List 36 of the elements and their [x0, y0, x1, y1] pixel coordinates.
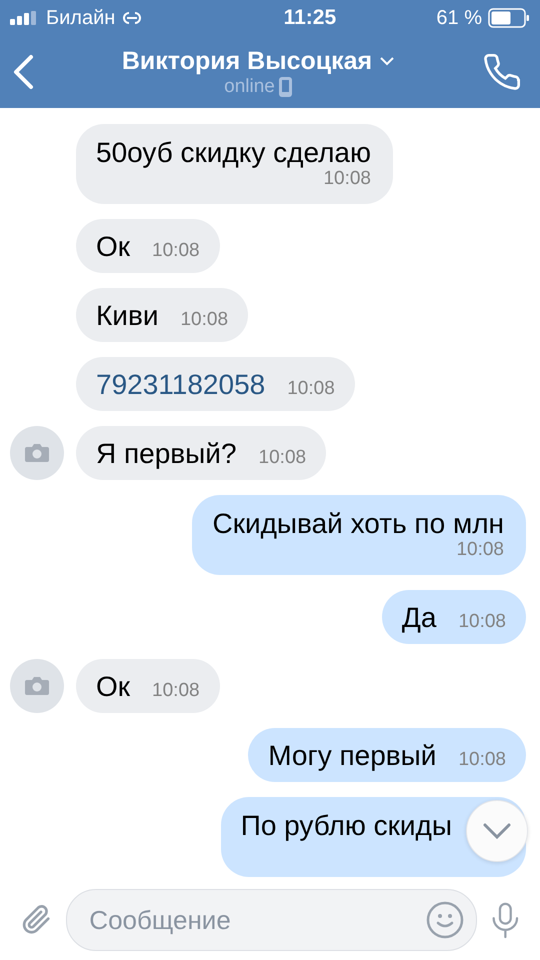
message-text: Ок — [96, 672, 130, 702]
microphone-icon[interactable] — [491, 900, 520, 940]
message-text: По рублю скиды — [240, 811, 452, 841]
phone-link[interactable]: 79231182058 — [96, 370, 266, 400]
message-text: Киви — [96, 301, 158, 331]
camera-icon — [24, 676, 50, 696]
link-icon — [121, 10, 144, 26]
message-time: 10:08 — [323, 168, 371, 190]
phone-icon — [278, 76, 292, 96]
message-field[interactable]: Сообщение — [66, 889, 478, 951]
message-time: 10:08 — [152, 240, 200, 262]
message-text: Да — [402, 603, 436, 633]
message-time: 10:08 — [458, 611, 506, 633]
message-text: 50оуб скидку сделаю — [96, 138, 371, 168]
back-icon[interactable] — [12, 54, 34, 90]
message-time: 10:08 — [287, 378, 335, 400]
message-text: Я первый? — [96, 439, 237, 469]
contact-name[interactable]: Виктория Высоцкая — [122, 46, 372, 76]
call-icon[interactable] — [482, 52, 522, 92]
message-text: Могу первый — [268, 741, 436, 771]
clock: 11:25 — [284, 6, 336, 30]
message-time: 10:08 — [180, 309, 228, 331]
message-text: Скидывай хоть по млн — [212, 509, 504, 539]
camera-icon — [24, 443, 50, 463]
carrier-name: Билайн — [46, 6, 116, 30]
online-status: online — [224, 76, 275, 98]
message-time: 10:08 — [456, 539, 504, 561]
chevron-down-icon[interactable] — [380, 56, 394, 66]
battery-percent: 61 % — [436, 6, 482, 30]
message-time: 10:08 — [458, 749, 506, 771]
smiley-icon[interactable] — [426, 901, 464, 939]
message-time: 10:08 — [258, 447, 306, 469]
battery-icon — [488, 8, 530, 28]
message-text: Ок — [96, 232, 130, 262]
message-time: 10:08 — [152, 680, 200, 702]
chevron-down-icon — [483, 823, 511, 839]
